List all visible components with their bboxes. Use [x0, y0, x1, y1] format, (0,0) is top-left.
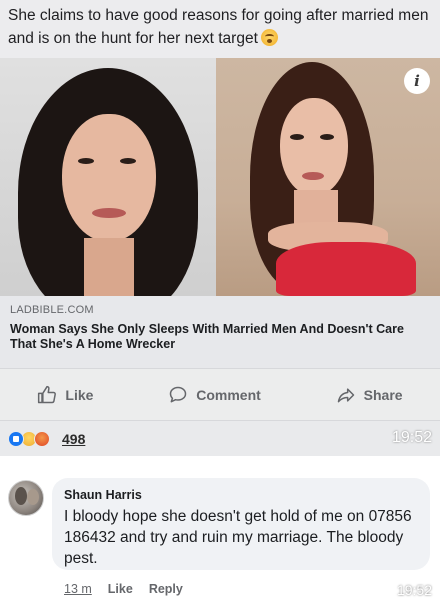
comment-button[interactable]: Comment	[168, 385, 261, 405]
avatar[interactable]	[8, 480, 44, 516]
share-button[interactable]: Share	[336, 385, 403, 405]
comment-like-button[interactable]: Like	[108, 582, 133, 596]
comment-button-label: Comment	[196, 386, 261, 403]
speech-bubble-icon	[170, 386, 187, 402]
article-photo-left	[0, 58, 216, 296]
link-card-text[interactable]: LADBIBLE.COM Woman Says She Only Sleeps …	[10, 304, 430, 352]
comment-author[interactable]: Shaun Harris	[64, 488, 418, 502]
angry-reaction-icon	[34, 431, 50, 447]
like-reaction-icon	[8, 431, 24, 447]
article-photos[interactable]: i	[0, 58, 440, 296]
like-button[interactable]: Like	[37, 385, 93, 405]
share-button-label: Share	[363, 386, 403, 403]
status-time-bottom: 19:52	[396, 582, 432, 598]
like-button-label: Like	[65, 386, 94, 403]
post-caption-text: She claims to have good reasons for goin…	[8, 7, 429, 47]
post-action-bar: Like Comment Share	[0, 368, 440, 420]
flushed-face-emoji-icon	[260, 29, 278, 46]
comment-bubble: Shaun Harris I bloody hope she doesn't g…	[52, 478, 430, 570]
reactions-summary: 498 19:52	[0, 420, 440, 456]
comment-age[interactable]: 13 m	[64, 582, 92, 596]
link-source: LADBIBLE.COM	[10, 304, 94, 316]
status-time: 19:52	[391, 429, 432, 446]
comment-text: I bloody hope she doesn't get hold of me…	[64, 508, 412, 567]
thumbs-up-icon	[38, 385, 57, 403]
link-title[interactable]: Woman Says She Only Sleeps With Married …	[10, 322, 430, 352]
comment-reply-button[interactable]: Reply	[149, 582, 183, 596]
info-icon[interactable]: i	[404, 68, 430, 94]
article-photo-right: i	[216, 58, 440, 296]
post-caption: She claims to have good reasons for goin…	[0, 0, 440, 58]
share-arrow-icon	[337, 387, 354, 402]
link-preview-card[interactable]: i LADBIBLE.COM Woman Says She Only Sleep…	[0, 58, 440, 368]
comment-meta: 13 m Like Reply	[64, 582, 183, 596]
reaction-icons[interactable]	[8, 431, 50, 447]
comment: Shaun Harris I bloody hope she doesn't g…	[0, 456, 440, 600]
reaction-count[interactable]: 498	[62, 431, 85, 447]
